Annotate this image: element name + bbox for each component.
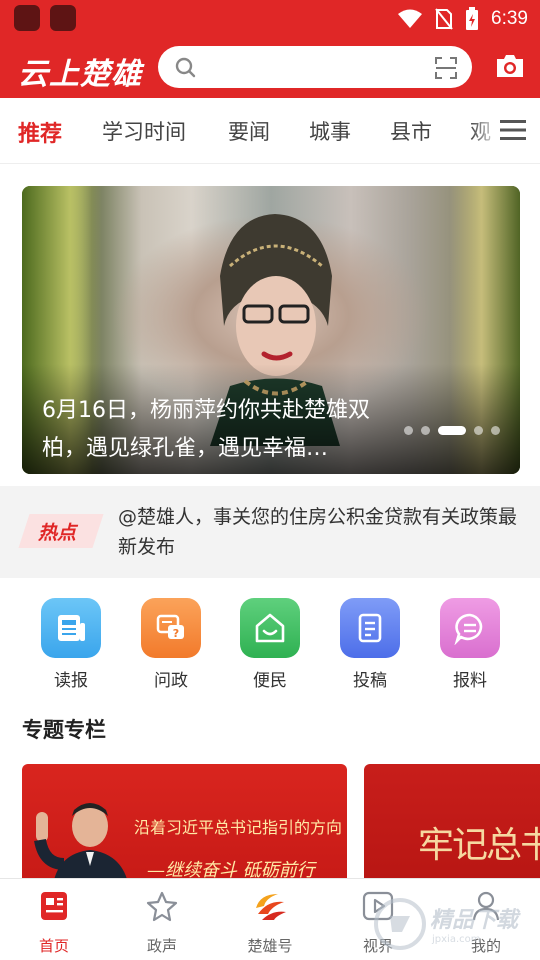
- hot-headline[interactable]: @楚雄人，事关您的住房公积金贷款有关政策最新发布: [118, 502, 518, 562]
- nav-home[interactable]: 首页: [9, 889, 99, 956]
- tab-study-time[interactable]: 学习时间: [102, 116, 186, 146]
- app-icon: [14, 5, 40, 31]
- status-bar: 6:39: [0, 0, 540, 38]
- quick-ask-government[interactable]: ? 问政: [131, 598, 211, 691]
- card-person-image: [34, 803, 129, 884]
- hot-badge-label: 热点: [38, 522, 77, 544]
- clock: 6:39: [491, 8, 528, 29]
- battery-icon: [466, 7, 479, 30]
- carousel-dot-active: [438, 426, 466, 435]
- app-icon: [50, 5, 76, 31]
- quick-actions-section: 读报 ? 问政 便民 投稿 报料 专题专栏 沿着习近平总书记指引的方向 —继续奋…: [0, 578, 540, 884]
- newspaper-icon: [41, 598, 101, 658]
- card-slogan: 牢记总书记嘱: [418, 825, 540, 866]
- app-header: 云上楚雄: [0, 38, 540, 98]
- carousel-dot: [421, 426, 430, 435]
- chuxiong-logo-icon: [256, 894, 286, 920]
- channel-tabs: 推荐 学习时间 要闻 城事 县市 观: [0, 98, 540, 164]
- quick-submit[interactable]: 投稿: [330, 598, 410, 691]
- menu-icon[interactable]: [500, 120, 526, 140]
- app-logo: 云上楚雄: [18, 57, 142, 92]
- document-icon: [340, 598, 400, 658]
- banner-carousel[interactable]: 6月16日，杨丽萍约你共赴楚雄双柏，遇见绿孔雀，遇见幸福…: [22, 186, 520, 474]
- news-home-icon: [41, 892, 67, 920]
- star-icon: [146, 891, 178, 922]
- tab-headlines[interactable]: 要闻: [228, 116, 270, 146]
- quick-report-tip[interactable]: 报料: [430, 598, 510, 691]
- hot-news-bar[interactable]: 热点 @楚雄人，事关您的住房公积金贷款有关政策最新发布: [0, 486, 540, 578]
- carousel-dots: [404, 426, 500, 435]
- svg-text:?: ?: [173, 627, 179, 640]
- home-smile-icon: [240, 598, 300, 658]
- no-sim-icon: [435, 8, 453, 30]
- tab-counties[interactable]: 县市: [390, 116, 432, 146]
- quick-convenience[interactable]: 便民: [230, 598, 310, 691]
- special-card[interactable]: 牢记总书记嘱: [364, 764, 540, 884]
- watermark: 精品下载 jpxia.com: [372, 892, 540, 956]
- nav-chuxiong-account[interactable]: 楚雄号: [225, 889, 315, 956]
- section-title-special: 专题专栏: [22, 718, 106, 742]
- banner-title[interactable]: 6月16日，杨丽萍约你共赴楚雄双柏，遇见绿孔雀，遇见幸福…: [42, 392, 402, 468]
- camera-icon[interactable]: [494, 52, 526, 80]
- search-icon: [175, 57, 196, 78]
- nav-policy[interactable]: 政声: [117, 889, 207, 956]
- watermark-logo-icon: [374, 898, 426, 950]
- wifi-icon: [398, 9, 423, 28]
- quick-read-newspaper[interactable]: 读报: [31, 598, 111, 691]
- chat-bubble-icon: [440, 598, 500, 658]
- tab-recommend[interactable]: 推荐: [18, 116, 62, 148]
- question-chat-icon: ?: [141, 598, 201, 658]
- scan-icon[interactable]: [434, 56, 458, 80]
- carousel-dot: [491, 426, 500, 435]
- hot-badge: 热点: [18, 514, 104, 548]
- tab-city[interactable]: 城事: [309, 116, 351, 146]
- search-bar[interactable]: [158, 46, 472, 88]
- card-slogan: 沿着习近平总书记指引的方向: [134, 818, 343, 837]
- carousel-dot: [404, 426, 413, 435]
- carousel-dot: [474, 426, 483, 435]
- special-card[interactable]: 沿着习近平总书记指引的方向 —继续奋斗 砥砺前行: [22, 764, 347, 884]
